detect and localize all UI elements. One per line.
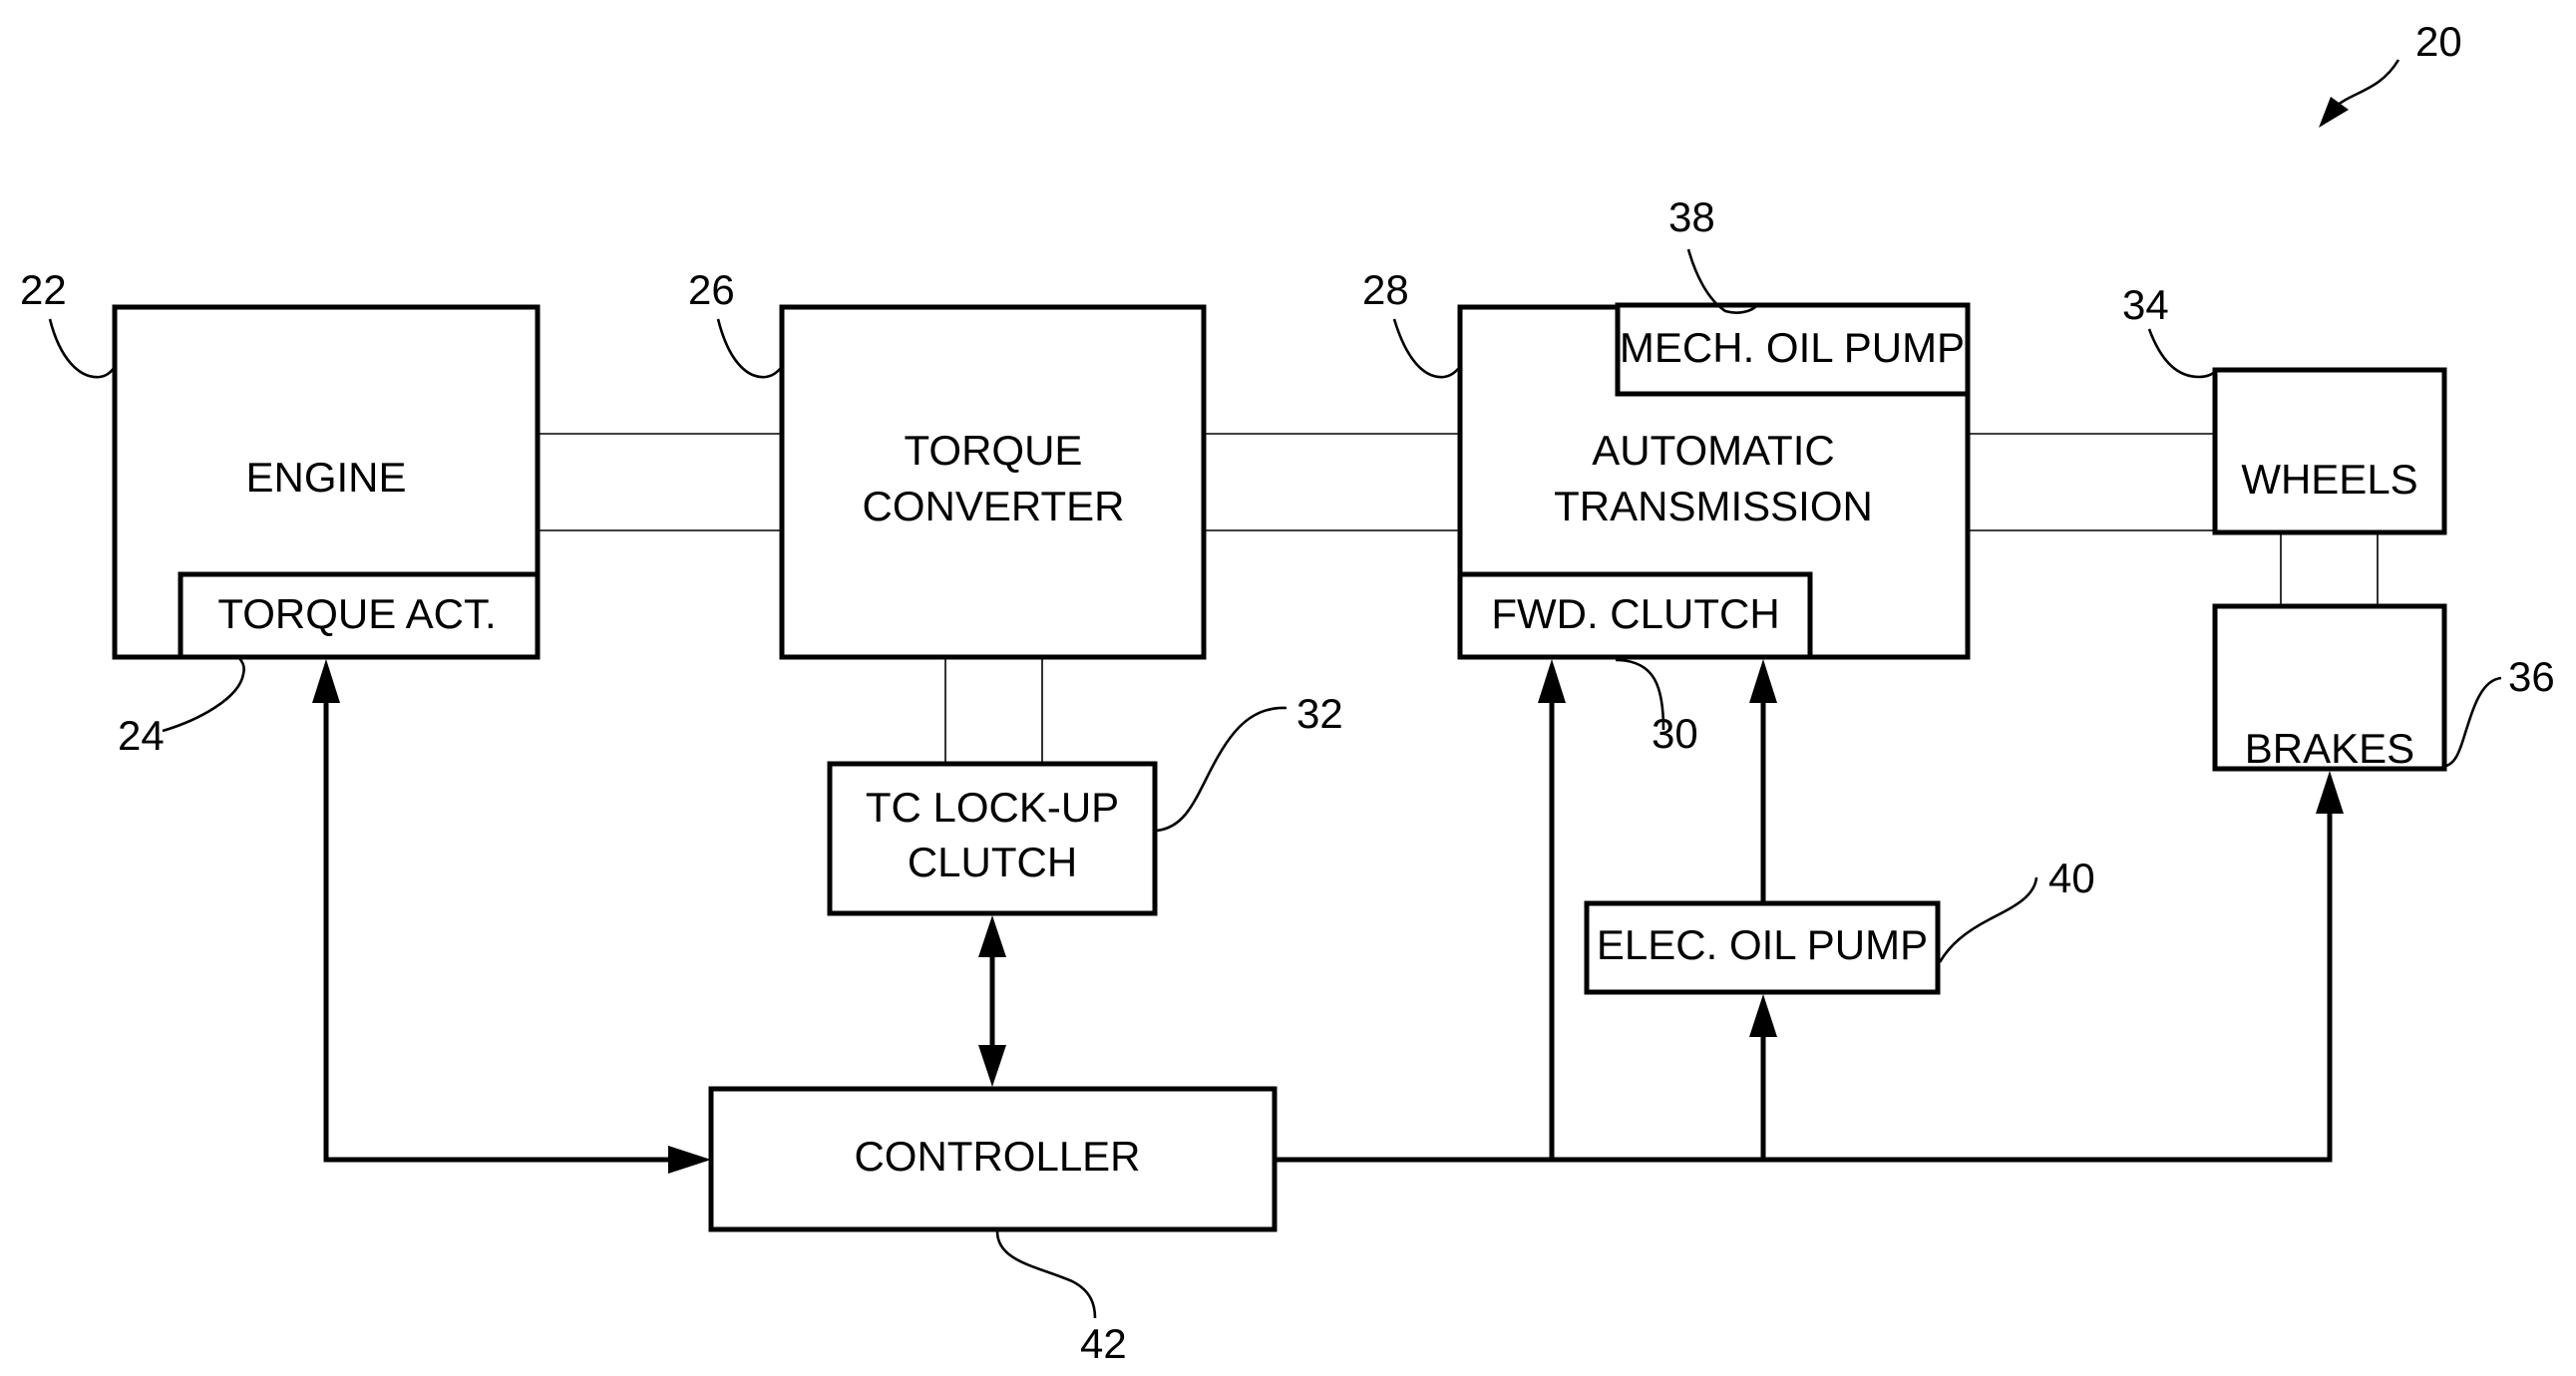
mech-oil-pump-block[interactable]: MECH. OIL PUMP — [1615, 302, 1971, 397]
leader-40 — [1938, 876, 2038, 963]
wheels-label: WHEELS — [2241, 456, 2417, 503]
tc-lockup-clutch-label-line2: CLUTCH — [908, 839, 1077, 885]
arrowhead-fwd-clutch-left — [1538, 659, 1566, 703]
ref-30: 30 — [1652, 710, 1698, 757]
leader-36 — [2445, 676, 2502, 768]
leader-34 — [2147, 328, 2216, 379]
ref-38: 38 — [1668, 193, 1715, 240]
arrowhead-fwd-clutch-right — [1749, 659, 1777, 703]
ref-28: 28 — [1362, 266, 1409, 313]
arrowhead-elec-pump — [1749, 994, 1777, 1037]
torque-converter-block[interactable]: TORQUE CONVERTER — [779, 304, 1207, 660]
ref-36: 36 — [2508, 653, 2555, 700]
arrowhead-brakes — [2316, 771, 2344, 814]
ref-34: 34 — [2122, 281, 2169, 328]
ref-24: 24 — [118, 712, 165, 759]
leader-42 — [995, 1230, 1097, 1319]
signal-controller-torque-actuator — [323, 698, 690, 1163]
leader-24 — [162, 657, 245, 733]
ref-32: 32 — [1296, 690, 1343, 737]
tc-lockup-clutch-label-line1: TC LOCK-UP — [866, 784, 1119, 831]
figure-reference: 20 — [2319, 18, 2462, 128]
wheels-block[interactable]: WHEELS — [2212, 367, 2447, 535]
ref-42: 42 — [1080, 1320, 1127, 1367]
torque-actuator-label: TORQUE ACT. — [217, 590, 496, 637]
controller-label: CONTROLLER — [854, 1133, 1140, 1180]
leader-28 — [1392, 318, 1461, 379]
arrowhead-tc-lockup — [978, 915, 1006, 957]
wheels-box[interactable] — [2212, 367, 2447, 535]
elec-oil-pump-label: ELEC. OIL PUMP — [1597, 921, 1928, 968]
forward-clutch-block[interactable]: FWD. CLUTCH — [1457, 571, 1813, 660]
ref-22: 22 — [20, 266, 67, 313]
torque-converter-label-line2: CONVERTER — [863, 483, 1125, 529]
tc-lockup-clutch-block[interactable]: TC LOCK-UP CLUTCH — [827, 761, 1158, 916]
controller-block[interactable]: CONTROLLER — [708, 1086, 1278, 1232]
arrowhead-controller-left — [668, 1146, 711, 1174]
ref-26: 26 — [688, 266, 735, 313]
leader-32 — [1156, 706, 1288, 833]
arrowhead-torque-actuator — [312, 659, 340, 703]
torque-actuator-block[interactable]: TORQUE ACT. — [178, 571, 541, 660]
elec-oil-pump-block[interactable]: ELEC. OIL PUMP — [1584, 900, 1941, 995]
transmission-label-line2: TRANSMISSION — [1554, 483, 1873, 529]
engine-label: ENGINE — [245, 454, 406, 501]
brakes-block[interactable]: BRAKES — [2212, 603, 2447, 772]
mech-oil-pump-label: MECH. OIL PUMP — [1620, 324, 1965, 371]
figure-ref-number: 20 — [2415, 18, 2462, 65]
powertrain-block-diagram: 20 ENGINE TORQUE ACT. TORQUE CONVERTER A… — [20, 18, 2555, 1367]
arrowhead-controller-top — [978, 1045, 1006, 1087]
forward-clutch-label: FWD. CLUTCH — [1491, 590, 1779, 637]
transmission-label-line1: AUTOMATIC — [1592, 427, 1834, 474]
leader-22 — [48, 318, 117, 379]
ref-40: 40 — [2048, 855, 2095, 901]
leader-26 — [716, 318, 783, 379]
torque-converter-label-line1: TORQUE — [905, 427, 1083, 474]
brakes-label: BRAKES — [2245, 725, 2414, 772]
